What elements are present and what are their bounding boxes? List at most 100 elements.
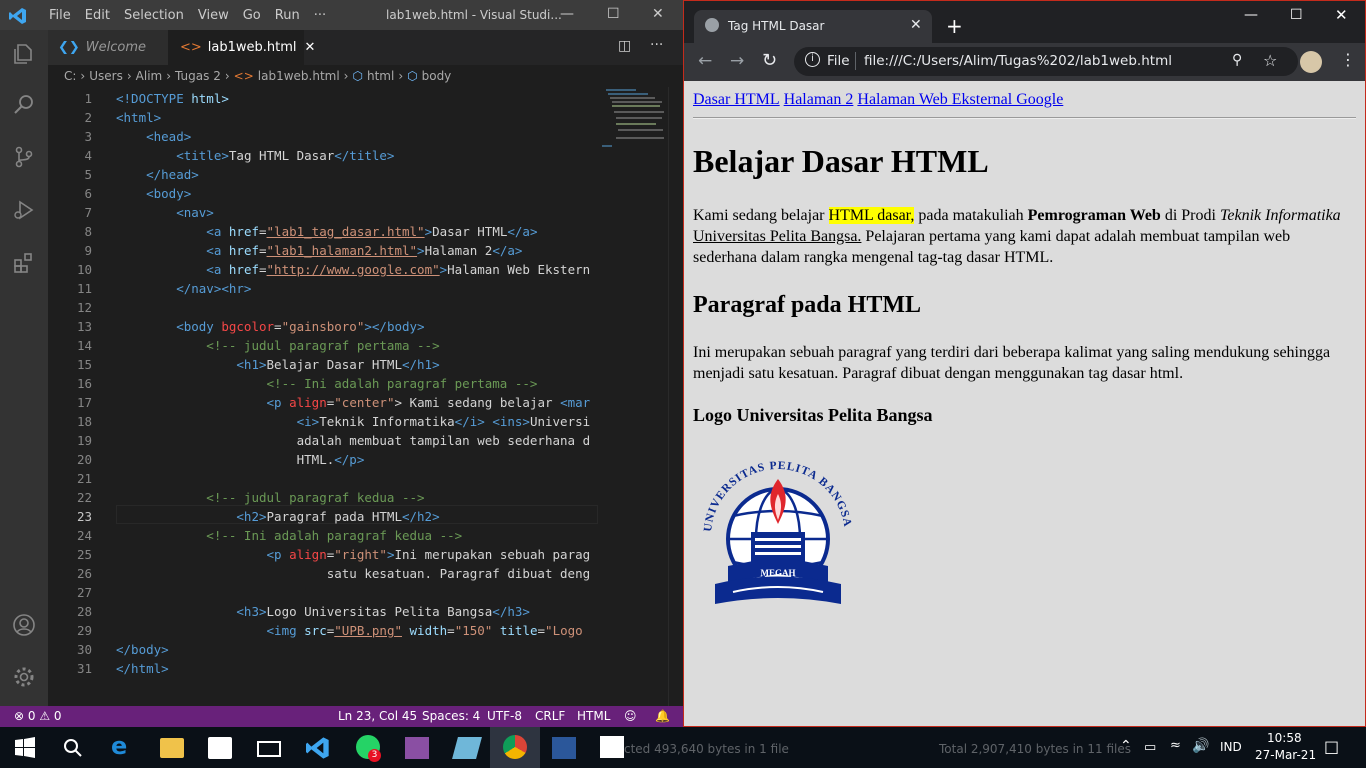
code-line: </nav><hr> [116, 279, 251, 298]
code-token: "Logo [545, 623, 583, 638]
breadcrumb-body[interactable]: body [422, 69, 452, 83]
language-mode[interactable]: HTML [577, 709, 610, 723]
line-number: 11 [76, 281, 92, 296]
vscode-taskbar-icon[interactable] [306, 736, 330, 760]
back-arrow-icon[interactable]: ← [698, 51, 712, 71]
code-token: = [259, 262, 267, 277]
settings-gear-icon[interactable] [12, 665, 36, 689]
action-center-icon[interactable]: □ [1324, 737, 1339, 756]
notes-app-icon[interactable] [452, 737, 482, 759]
editor-scrollbar[interactable] [668, 87, 683, 706]
battery-icon[interactable]: ▭ [1144, 740, 1156, 755]
indentation[interactable]: Spaces: 4 [422, 709, 480, 723]
minimap[interactable] [598, 87, 668, 706]
breadcrumb-folder[interactable]: Tugas 2 [175, 69, 221, 83]
link-halaman-2[interactable]: Halaman 2 [784, 91, 854, 108]
zoom-icon[interactable]: ⚲ [1232, 52, 1242, 68]
forward-arrow-icon[interactable]: → [730, 51, 744, 71]
wifi-icon[interactable]: ≈ [1170, 738, 1181, 753]
menu-file[interactable]: File [42, 8, 78, 23]
mail-icon[interactable] [257, 741, 281, 757]
menu-go[interactable]: Go [236, 8, 268, 23]
tab-lab1web[interactable]: <> lab1web.html ✕ [168, 30, 315, 65]
tab-lab1web-label: lab1web.html [207, 40, 297, 55]
extensions-icon[interactable] [12, 251, 36, 275]
code-token: title [499, 623, 538, 638]
new-tab-plus-icon[interactable]: + [946, 14, 963, 38]
close-icon[interactable]: ✕ [652, 6, 664, 22]
explorer-icon[interactable] [12, 42, 36, 66]
search-icon[interactable] [61, 736, 85, 760]
profile-avatar[interactable] [1300, 51, 1322, 73]
run-debug-icon[interactable] [12, 198, 36, 222]
code-token: align [289, 547, 327, 562]
bookmark-star-icon[interactable]: ☆ [1263, 51, 1277, 70]
store-icon[interactable] [208, 737, 232, 759]
maximize-icon[interactable]: ☐ [607, 6, 620, 22]
edge-browser-icon[interactable]: e [111, 732, 135, 760]
code-token: > [417, 243, 425, 258]
code-line: <h3>Logo Universitas Pelita Bangsa</h3> [116, 602, 530, 621]
breadcrumb-file[interactable]: lab1web.html [258, 69, 340, 83]
winrar-icon[interactable] [405, 737, 429, 759]
line-ending[interactable]: CRLF [535, 709, 565, 723]
code-token: Halaman 2 [424, 243, 493, 258]
source-control-icon[interactable] [12, 145, 36, 169]
chevron-up-icon[interactable]: ⌃ [1120, 738, 1132, 754]
search-icon[interactable] [12, 92, 36, 116]
windows-taskbar: e 3 cted 493,640 bytes in 1 file Total 2… [0, 727, 1366, 768]
word-icon[interactable] [552, 737, 576, 759]
menu-edit[interactable]: Edit [78, 8, 117, 23]
tab-close-icon[interactable]: ✕ [305, 40, 316, 55]
split-editor-icon[interactable]: ◫ [618, 38, 631, 54]
feedback-icon[interactable]: ☺ [624, 709, 637, 723]
menu-view[interactable]: View [191, 8, 236, 23]
notifications-bell-icon[interactable]: 🔔 [655, 709, 670, 723]
line-number: 31 [76, 661, 92, 676]
breadcrumb-drive[interactable]: C: [64, 69, 76, 83]
reload-icon[interactable]: ↻ [762, 50, 777, 71]
close-icon[interactable]: ✕ [1335, 6, 1348, 24]
menu-more[interactable]: ··· [307, 8, 333, 23]
clock-time[interactable]: 10:58 [1267, 731, 1302, 745]
windows-start-icon[interactable] [13, 736, 37, 760]
photos-icon[interactable] [600, 736, 624, 758]
menu-run[interactable]: Run [268, 8, 307, 23]
problems-indicator[interactable]: ⊗ 0 ⚠ 0 [14, 709, 62, 723]
tab-close-icon[interactable]: ✕ [910, 17, 922, 33]
code-line: </body> [116, 640, 169, 659]
menu-selection[interactable]: Selection [117, 8, 191, 23]
tab-welcome[interactable]: ❮❯ Welcome [48, 30, 168, 65]
encoding[interactable]: UTF-8 [487, 709, 522, 723]
code-token: href [228, 243, 259, 258]
code-line: <p align="right">Ini merupakan sebuah pa… [116, 545, 591, 564]
chrome-icon[interactable] [503, 735, 527, 759]
code-token: align [289, 395, 327, 410]
account-icon[interactable] [12, 613, 36, 637]
volume-icon[interactable]: 🔊 [1192, 738, 1209, 754]
breadcrumb-html[interactable]: html [367, 69, 394, 83]
breadcrumb-users[interactable]: Users [89, 69, 123, 83]
cursor-position[interactable]: Ln 23, Col 45 [338, 709, 417, 723]
address-bar[interactable]: i File file:///C:/Users/Alim/Tugas%202/l… [794, 47, 1298, 76]
highlight-text: HTML dasar, [828, 207, 915, 224]
browser-tab[interactable]: Tag HTML Dasar ✕ [694, 10, 932, 43]
code-editor[interactable]: 1 2 3 4 5 6 7 8 9 10 11 12 13 14 15 16 17 18 19 20 21 22 23 24 2… [48, 87, 598, 706]
url-text[interactable]: file:///C:/Users/Alim/Tugas%202/lab1web.… [864, 53, 1172, 69]
more-actions-icon[interactable]: ··· [650, 37, 663, 53]
code-token: <h1> [116, 357, 267, 372]
info-icon[interactable]: i [805, 52, 820, 67]
page-heading-2: Paragraf pada HTML [693, 292, 921, 318]
code-line: <img src="UPB.png" width="150" title="Lo… [116, 621, 583, 640]
code-line: <body> [116, 184, 191, 203]
link-dasar-html[interactable]: Dasar HTML [693, 91, 780, 108]
breadcrumb-alim[interactable]: Alim [136, 69, 163, 83]
minimize-icon[interactable]: — [1244, 7, 1258, 23]
maximize-icon[interactable]: ☐ [1290, 7, 1303, 23]
input-language[interactable]: IND [1220, 740, 1242, 754]
link-google[interactable]: Halaman Web Eksternal Google [857, 91, 1063, 108]
browser-menu-icon[interactable]: ⋮ [1340, 50, 1356, 69]
clock-date[interactable]: 27-Mar-21 [1255, 748, 1316, 762]
minimize-icon[interactable]: — [560, 6, 574, 22]
file-explorer-icon[interactable] [160, 738, 184, 758]
